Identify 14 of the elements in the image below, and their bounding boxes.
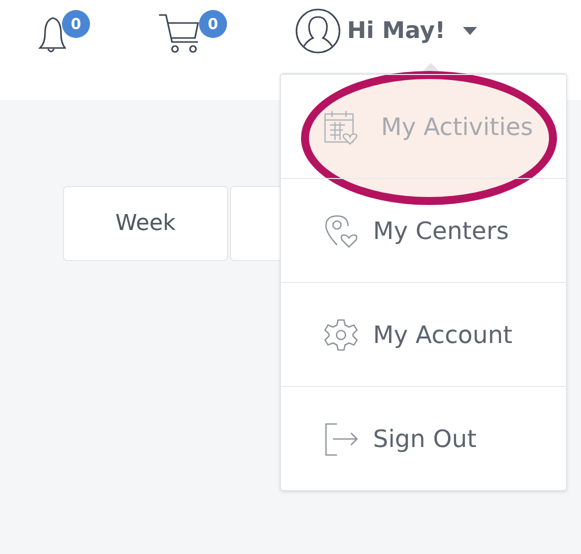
menu-item[interactable]: Sign Out — [281, 386, 566, 490]
location-heart-icon — [323, 212, 359, 248]
view-button[interactable]: Week — [63, 186, 228, 261]
cart-count-badge: 0 — [199, 10, 227, 38]
settings-icon — [323, 316, 359, 352]
notification-count-badge: 0 — [62, 10, 90, 38]
menu-item[interactable]: My Account — [281, 282, 566, 386]
caret-icon[interactable] — [463, 27, 478, 35]
sign-out-icon — [323, 420, 359, 456]
calendar-heart-icon — [323, 108, 359, 144]
user-greeting[interactable]: Hi May! — [347, 18, 446, 44]
cart-icon[interactable] — [158, 12, 199, 54]
menu-item[interactable]: My Centers — [281, 178, 566, 282]
user-avatar-icon[interactable] — [295, 8, 341, 54]
